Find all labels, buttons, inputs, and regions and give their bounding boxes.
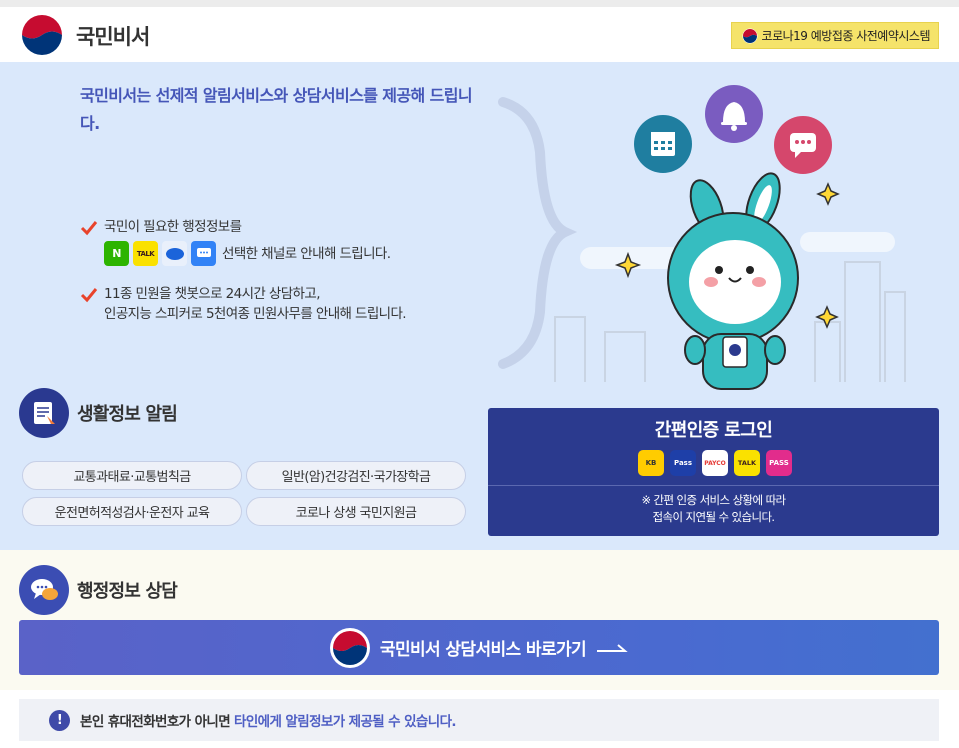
auth-provider-list: KB Pass PAYCO TALK PASS (638, 450, 792, 476)
simple-auth-login-box: 간편인증 로그인 KB Pass PAYCO TALK PASS ※ 간편 인증… (488, 408, 939, 536)
life-info-title: 생활정보 알림 (77, 404, 178, 425)
check-icon (80, 221, 98, 236)
feature-point-text: 인공지능 스피커로 5천여종 민원사무를 안내해 드립니다. (104, 306, 407, 322)
government-logo-icon (329, 627, 370, 668)
feature-point-text: 11종 민원을 챗봇으로 24시간 상담하고, (104, 286, 321, 302)
brand-title[interactable]: 국민비서 (76, 21, 150, 51)
consult-service-button[interactable]: 국민비서 상담서비스 바로가기 (19, 620, 939, 675)
covid-reservation-button[interactable]: 코로나19 예방접종 사전예약시스템 (730, 22, 939, 49)
login-note-line: ※ 간편 인증 서비스 상황에 따라 (641, 493, 786, 507)
bell-icon (705, 85, 763, 143)
notice-text: 본인 휴대전화번호가 아니면 (80, 714, 231, 730)
message-icon (191, 241, 216, 266)
mascot-illustration (498, 85, 906, 390)
speech-bubble-icon (19, 565, 69, 615)
consult-button-label: 국민비서 상담서비스 바로가기 (379, 640, 587, 660)
government-logo-icon (742, 28, 758, 43)
notepad-icon (19, 388, 69, 438)
payco-icon[interactable]: PAYCO (702, 450, 728, 476)
site-header: 국민비서 코로나19 예방접종 사전예약시스템 (0, 7, 959, 62)
naver-icon: N (104, 241, 129, 266)
consult-title: 행정정보 상담 (77, 581, 178, 602)
calendar-icon (634, 115, 692, 173)
kakaotalk-icon: TALK (133, 241, 158, 266)
toss-icon (162, 241, 187, 266)
kakao-auth-icon[interactable]: TALK (734, 450, 760, 476)
life-info-item-health-check[interactable]: 일반(암)건강검진·국가장학금 (246, 461, 466, 490)
top-strip (0, 0, 959, 7)
login-title[interactable]: 간편인증 로그인 (488, 416, 939, 442)
exclamation-icon: ! (49, 709, 70, 731)
consult-section-title: 행정정보 상담 (19, 565, 178, 615)
kb-auth-icon[interactable]: KB (638, 450, 664, 476)
life-info-section-title: 생활정보 알림 (19, 388, 178, 438)
life-info-item-covid-support[interactable]: 코로나 상생 국민지원금 (246, 497, 466, 526)
life-info-item-traffic-fine[interactable]: 교통과태료·교통범칙금 (22, 461, 242, 490)
pass-auth-icon[interactable]: PASS (766, 450, 792, 476)
covid-reservation-label: 코로나19 예방접종 사전예약시스템 (761, 29, 931, 43)
arrow-right-icon (597, 643, 628, 652)
login-note-line: 접속이 지연될 수 있습니다. (652, 510, 775, 524)
life-info-item-driver-test[interactable]: 운전면허적성검사·운전자 교육 (22, 497, 242, 526)
hero-intro: 국민비서는 선제적 알림서비스와 상담서비스를 제공해 드립니다. (80, 86, 473, 133)
samsung-pass-icon[interactable]: Pass (670, 450, 696, 476)
login-note: ※ 간편 인증 서비스 상황에 따라 접속이 지연될 수 있습니다. (488, 492, 939, 526)
check-icon (80, 288, 98, 303)
notice-highlight: 타인에게 알림정보가 제공될 수 있습니다. (234, 714, 456, 730)
feature-point-text: 국민이 필요한 행정정보를 (104, 219, 242, 235)
chat-icon (774, 116, 832, 174)
government-logo-icon[interactable] (19, 12, 65, 58)
channel-description: 선택한 채널로 안내해 드립니다. (222, 245, 391, 262)
login-divider (488, 485, 939, 486)
notice-banner: ! 본인 휴대전화번호가 아니면 타인에게 알림정보가 제공될 수 있습니다. (19, 699, 939, 741)
channel-list: N TALK 선택한 채널로 안내해 드립니다. (104, 241, 391, 266)
